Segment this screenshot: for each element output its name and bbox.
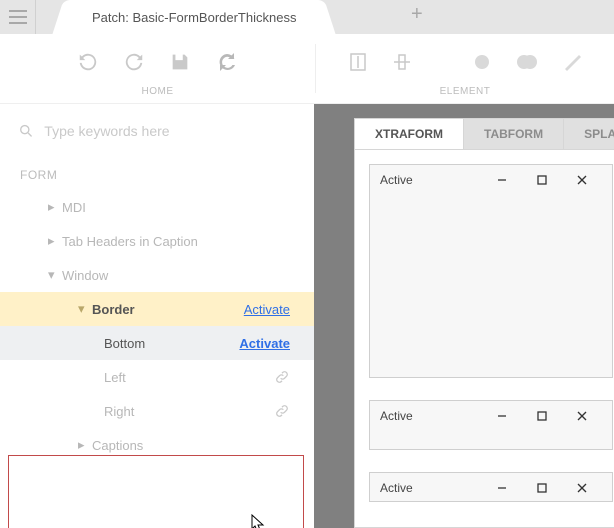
link-icon — [274, 403, 290, 419]
align-vertical-button[interactable] — [348, 52, 368, 72]
tree-item-label: Left — [104, 370, 274, 385]
maximize-button[interactable] — [522, 175, 562, 185]
hamburger-icon — [9, 10, 27, 24]
tree-item-tab-headers[interactable]: ▸ Tab Headers in Caption — [0, 224, 314, 258]
maximize-icon — [537, 175, 547, 185]
tab-xtraform[interactable]: XTRAFORM — [355, 119, 464, 149]
refresh-button[interactable] — [215, 50, 239, 74]
brush-tool-icon[interactable] — [562, 52, 582, 72]
tab-label: TABFORM — [484, 127, 543, 141]
search-box[interactable] — [0, 104, 314, 150]
maximize-button[interactable] — [522, 411, 562, 421]
tree-item-label: Bottom — [104, 336, 239, 351]
ribbon: HOME ELEMEN — [0, 34, 614, 104]
ribbon-group-home-label: HOME — [142, 86, 174, 97]
preview-pane: Active Active Acti — [354, 150, 614, 528]
link-icon — [274, 369, 290, 385]
activate-link[interactable]: Activate — [239, 336, 290, 351]
preview-window: Active — [369, 472, 613, 502]
caret-right-icon: ▸ — [78, 437, 92, 453]
align-horizontal-button[interactable] — [392, 52, 412, 72]
tree-item-bottom[interactable]: Bottom Activate — [0, 326, 314, 360]
tree-item-mdi[interactable]: ▸ MDI — [0, 190, 314, 224]
tree-item-border[interactable]: ▾ Border Activate — [0, 292, 314, 326]
redo-button[interactable] — [123, 51, 145, 73]
app-root: Patch: Basic-FormBorderThickness + — [0, 0, 614, 528]
preview-window-titlebar: Active — [370, 473, 612, 503]
tab-splash[interactable]: SPLAS — [564, 119, 614, 149]
document-tab[interactable]: Patch: Basic-FormBorderThickness — [70, 0, 318, 34]
close-icon — [577, 483, 587, 493]
preview-window-title: Active — [380, 409, 482, 423]
gutter — [314, 104, 342, 528]
title-bar: Patch: Basic-FormBorderThickness + — [0, 0, 614, 34]
tab-tabform[interactable]: TABFORM — [464, 119, 564, 149]
document-tab-label: Patch: Basic-FormBorderThickness — [92, 10, 296, 25]
caret-down-icon: ▾ — [78, 301, 92, 317]
tree-item-right[interactable]: Right — [0, 394, 314, 428]
ribbon-group-home: HOME — [0, 34, 315, 103]
preview-window-titlebar: Active — [370, 401, 612, 431]
close-icon — [577, 411, 587, 421]
minimize-button[interactable] — [482, 483, 522, 493]
union-tool-icon[interactable] — [516, 52, 538, 72]
close-icon — [577, 175, 587, 185]
maximize-button[interactable] — [522, 483, 562, 493]
preview-window-title: Active — [380, 481, 482, 495]
tab-label: SPLAS — [584, 127, 614, 141]
undo-button[interactable] — [77, 51, 99, 73]
caret-down-icon: ▾ — [48, 267, 62, 283]
close-button[interactable] — [562, 175, 602, 185]
preview-window-titlebar: Active — [370, 165, 612, 195]
preview-window: Active — [369, 400, 613, 450]
minimize-icon — [497, 175, 507, 185]
ribbon-group-element-label: ELEMENT — [440, 86, 491, 97]
highlight-box — [8, 455, 304, 528]
maximize-icon — [537, 411, 547, 421]
preview-window-title: Active — [380, 173, 482, 187]
document-tab-strip: Patch: Basic-FormBorderThickness + — [36, 0, 614, 34]
caret-right-icon: ▸ — [48, 199, 62, 215]
tab-label: XTRAFORM — [375, 127, 443, 141]
tree-item-label: Border — [92, 302, 244, 317]
menu-button[interactable] — [0, 0, 36, 34]
tree-item-label: Window — [62, 268, 296, 283]
circle-tool-icon[interactable] — [472, 52, 492, 72]
tree-item-label: Tab Headers in Caption — [62, 234, 296, 249]
close-button[interactable] — [562, 411, 602, 421]
tree-item-captions[interactable]: ▸ Captions — [0, 428, 314, 462]
tree-item-label: Right — [104, 404, 274, 419]
search-icon — [18, 122, 34, 140]
maximize-icon — [537, 483, 547, 493]
preview-tabs: XTRAFORM TABFORM SPLAS — [354, 118, 614, 150]
cursor-icon — [249, 514, 267, 528]
minimize-button[interactable] — [482, 411, 522, 421]
search-input[interactable] — [44, 123, 296, 139]
tree: FORM ▸ MDI ▸ Tab Headers in Caption ▾ Wi… — [0, 150, 314, 462]
save-button[interactable] — [169, 51, 191, 73]
sidebar: FORM ▸ MDI ▸ Tab Headers in Caption ▾ Wi… — [0, 104, 314, 528]
tree-item-label: MDI — [62, 200, 296, 215]
preview-canvas: XTRAFORM TABFORM SPLAS Active Active — [342, 104, 614, 528]
minimize-icon — [497, 411, 507, 421]
tree-item-window[interactable]: ▾ Window — [0, 258, 314, 292]
activate-link[interactable]: Activate — [244, 302, 290, 317]
preview-window: Active — [369, 164, 613, 378]
tree-item-left[interactable]: Left — [0, 360, 314, 394]
new-tab-button[interactable]: + — [411, 3, 423, 26]
tree-section-form: FORM — [0, 150, 314, 190]
minimize-button[interactable] — [482, 175, 522, 185]
close-button[interactable] — [562, 483, 602, 493]
main-area: FORM ▸ MDI ▸ Tab Headers in Caption ▾ Wi… — [0, 104, 614, 528]
minimize-icon — [497, 483, 507, 493]
tree-item-label: Captions — [92, 438, 296, 453]
ribbon-group-element: ELEMENT — [316, 34, 614, 103]
caret-right-icon: ▸ — [48, 233, 62, 249]
